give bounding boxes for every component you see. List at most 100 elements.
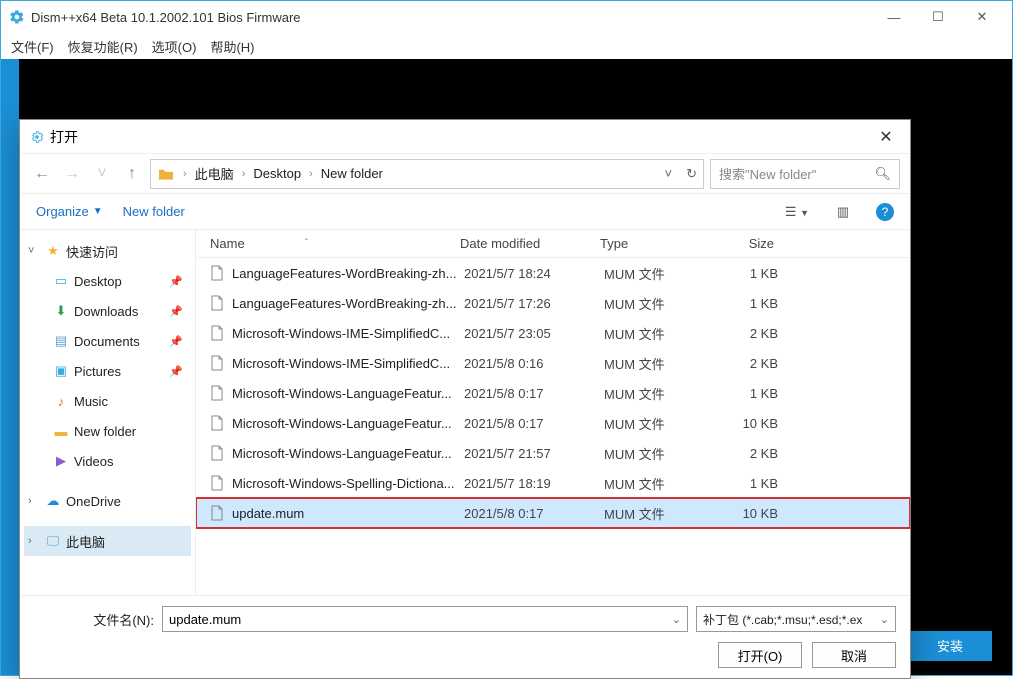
nav-back-button[interactable]: ← [30,162,54,186]
file-type: MUM 文件 [604,294,714,313]
file-name: Microsoft-Windows-IME-SimplifiedC... [232,326,464,341]
gear-icon [9,9,25,25]
organize-button[interactable]: Organize ▼ [36,204,103,219]
filename-input[interactable]: update.mum ⌄ [162,606,688,632]
chevron-right-icon: › [28,535,40,547]
file-name: LanguageFeatures-WordBreaking-zh... [232,296,464,311]
file-row[interactable]: Microsoft-Windows-LanguageFeatur...2021/… [196,408,910,438]
file-size: 10 KB [714,416,794,431]
dialog-bottom: 文件名(N): update.mum ⌄ 补丁包 (*.cab;*.msu;*.… [20,595,910,678]
pin-icon: 📌 [169,305,191,318]
dialog-close-button[interactable]: ✕ [872,127,900,147]
sidebar-tree: ˅ ★ 快速访问 ▭ Desktop 📌 ⬇ Downloads 📌 [20,230,196,595]
file-row[interactable]: Microsoft-Windows-IME-SimplifiedC...2021… [196,348,910,378]
column-name[interactable]: Nameˆ [210,236,460,251]
file-name: Microsoft-Windows-LanguageFeatur... [232,416,464,431]
file-name: Microsoft-Windows-Spelling-Dictiona... [232,476,464,491]
pin-icon: 📌 [169,335,191,348]
file-type: MUM 文件 [604,324,714,343]
column-date[interactable]: Date modified [460,236,600,251]
file-row[interactable]: update.mum2021/5/8 0:17MUM 文件10 KB [196,498,910,528]
filter-select[interactable]: 补丁包 (*.cab;*.msu;*.esd;*.ex ⌄ [696,606,896,632]
sidebar-item-downloads[interactable]: ⬇ Downloads 📌 [24,296,191,326]
main-body: 查找 导出地址 详细信息 添加 扫描 安装 打开 ✕ ← → ˅ ↑ [1,59,1012,675]
chevron-down-icon[interactable]: ⌄ [880,613,889,626]
document-icon: ▤ [52,333,70,349]
file-name: update.mum [232,506,464,521]
maximize-button[interactable]: ☐ [916,3,960,31]
file-size: 1 KB [714,476,794,491]
file-row[interactable]: Microsoft-Windows-LanguageFeatur...2021/… [196,438,910,468]
folder-icon [157,167,175,181]
file-name: Microsoft-Windows-IME-SimplifiedC... [232,356,464,371]
breadcrumb[interactable]: › 此电脑 › Desktop › New folder ˅↻ [150,159,704,189]
file-row[interactable]: LanguageFeatures-WordBreaking-zh...2021/… [196,288,910,318]
menu-recover[interactable]: 恢复功能(R) [68,37,138,56]
main-title: Dism++x64 Beta 10.1.2002.101 Bios Firmwa… [31,10,301,25]
menu-file[interactable]: 文件(F) [11,37,54,56]
nav-recent-button[interactable]: ˅ [90,162,114,186]
cancel-button[interactable]: 取消 [812,642,896,668]
help-icon[interactable]: ? [876,203,894,221]
sidebar-item-music[interactable]: ♪ Music [24,386,191,416]
file-size: 10 KB [714,506,794,521]
file-icon [210,325,228,341]
nav-up-button[interactable]: ↑ [120,162,144,186]
close-button[interactable]: ✕ [960,3,1004,31]
file-row[interactable]: Microsoft-Windows-IME-SimplifiedC...2021… [196,318,910,348]
star-icon: ★ [44,243,62,259]
file-date: 2021/5/8 0:17 [464,416,604,431]
view-list-icon[interactable]: ☰ ▼ [784,204,810,220]
file-date: 2021/5/7 18:19 [464,476,604,491]
sidebar-item-pictures[interactable]: ▣ Pictures 📌 [24,356,191,386]
download-icon: ⬇ [52,303,70,319]
file-list-body: LanguageFeatures-WordBreaking-zh...2021/… [196,258,910,595]
breadcrumb-root[interactable]: 此电脑 [195,164,234,183]
menu-help[interactable]: 帮助(H) [210,37,254,56]
file-type: MUM 文件 [604,474,714,493]
file-type: MUM 文件 [604,384,714,403]
dialog-title: 打开 [50,127,872,147]
minimize-button[interactable]: — [872,3,916,31]
file-row[interactable]: Microsoft-Windows-LanguageFeatur...2021/… [196,378,910,408]
video-icon: ▶ [52,453,70,469]
chevron-down-icon[interactable]: ˅ [665,166,673,181]
refresh-icon[interactable]: ↻ [686,166,697,182]
breadcrumb-l2[interactable]: New folder [321,166,383,181]
file-list: Nameˆ Date modified Type Size LanguageFe… [196,230,910,595]
folder-icon: ▬ [52,424,70,439]
install-button[interactable]: 安装 [908,631,992,661]
chevron-down-icon[interactable]: ⌄ [672,613,681,626]
file-name: Microsoft-Windows-LanguageFeatur... [232,386,464,401]
sidebar-onedrive[interactable]: › ☁ OneDrive [24,486,191,516]
sidebar-item-desktop[interactable]: ▭ Desktop 📌 [24,266,191,296]
left-strip [1,59,19,675]
column-size[interactable]: Size [710,236,790,251]
file-row[interactable]: Microsoft-Windows-Spelling-Dictiona...20… [196,468,910,498]
nav-forward-button[interactable]: → [60,162,84,186]
menu-options[interactable]: 选项(O) [152,37,197,56]
sidebar-item-videos[interactable]: ▶ Videos [24,446,191,476]
file-name: LanguageFeatures-WordBreaking-zh... [232,266,464,281]
search-input[interactable]: 搜索"New folder" 🔍︎ [710,159,900,189]
file-size: 1 KB [714,266,794,281]
sidebar-item-newfolder[interactable]: ▬ New folder [24,416,191,446]
new-folder-button[interactable]: New folder [123,204,185,219]
main-window: Dism++x64 Beta 10.1.2002.101 Bios Firmwa… [0,0,1013,676]
sidebar-item-documents[interactable]: ▤ Documents 📌 [24,326,191,356]
music-icon: ♪ [52,394,70,409]
file-date: 2021/5/7 23:05 [464,326,604,341]
picture-icon: ▣ [52,363,70,379]
chevron-down-icon: ˅ [28,245,40,257]
chevron-right-icon: › [179,168,191,180]
dialog-navbar: ← → ˅ ↑ › 此电脑 › Desktop › New folder ˅↻ [20,154,910,194]
open-button[interactable]: 打开(O) [718,642,802,668]
file-row[interactable]: LanguageFeatures-WordBreaking-zh...2021/… [196,258,910,288]
pin-icon: 📌 [169,365,191,378]
sidebar-this-pc[interactable]: › 🖵 此电脑 [24,526,191,556]
column-type[interactable]: Type [600,236,710,251]
preview-pane-icon[interactable]: ▥ [830,204,856,220]
breadcrumb-l1[interactable]: Desktop [253,166,301,181]
file-type: MUM 文件 [604,354,714,373]
sidebar-quick-access[interactable]: ˅ ★ 快速访问 [24,236,191,266]
